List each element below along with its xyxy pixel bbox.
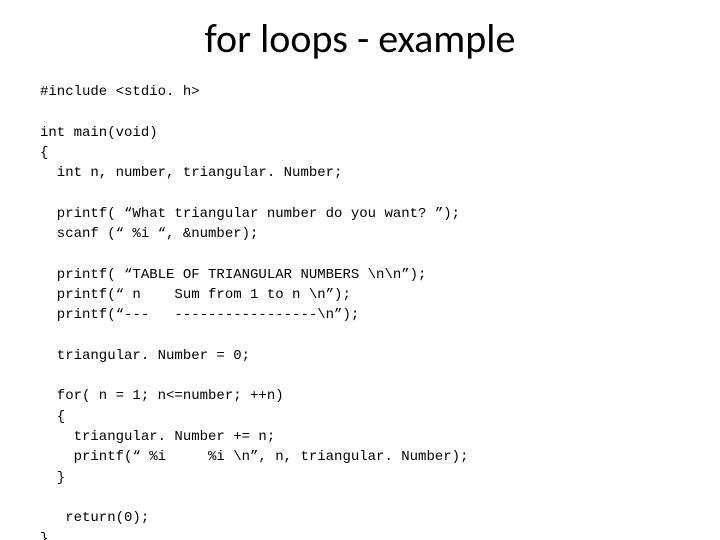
code-block: #include <stdio. h> int main(void) { int…	[40, 82, 680, 540]
slide-title: for loops - example	[0, 14, 720, 63]
slide: for loops - example #include <stdio. h> …	[0, 0, 720, 540]
